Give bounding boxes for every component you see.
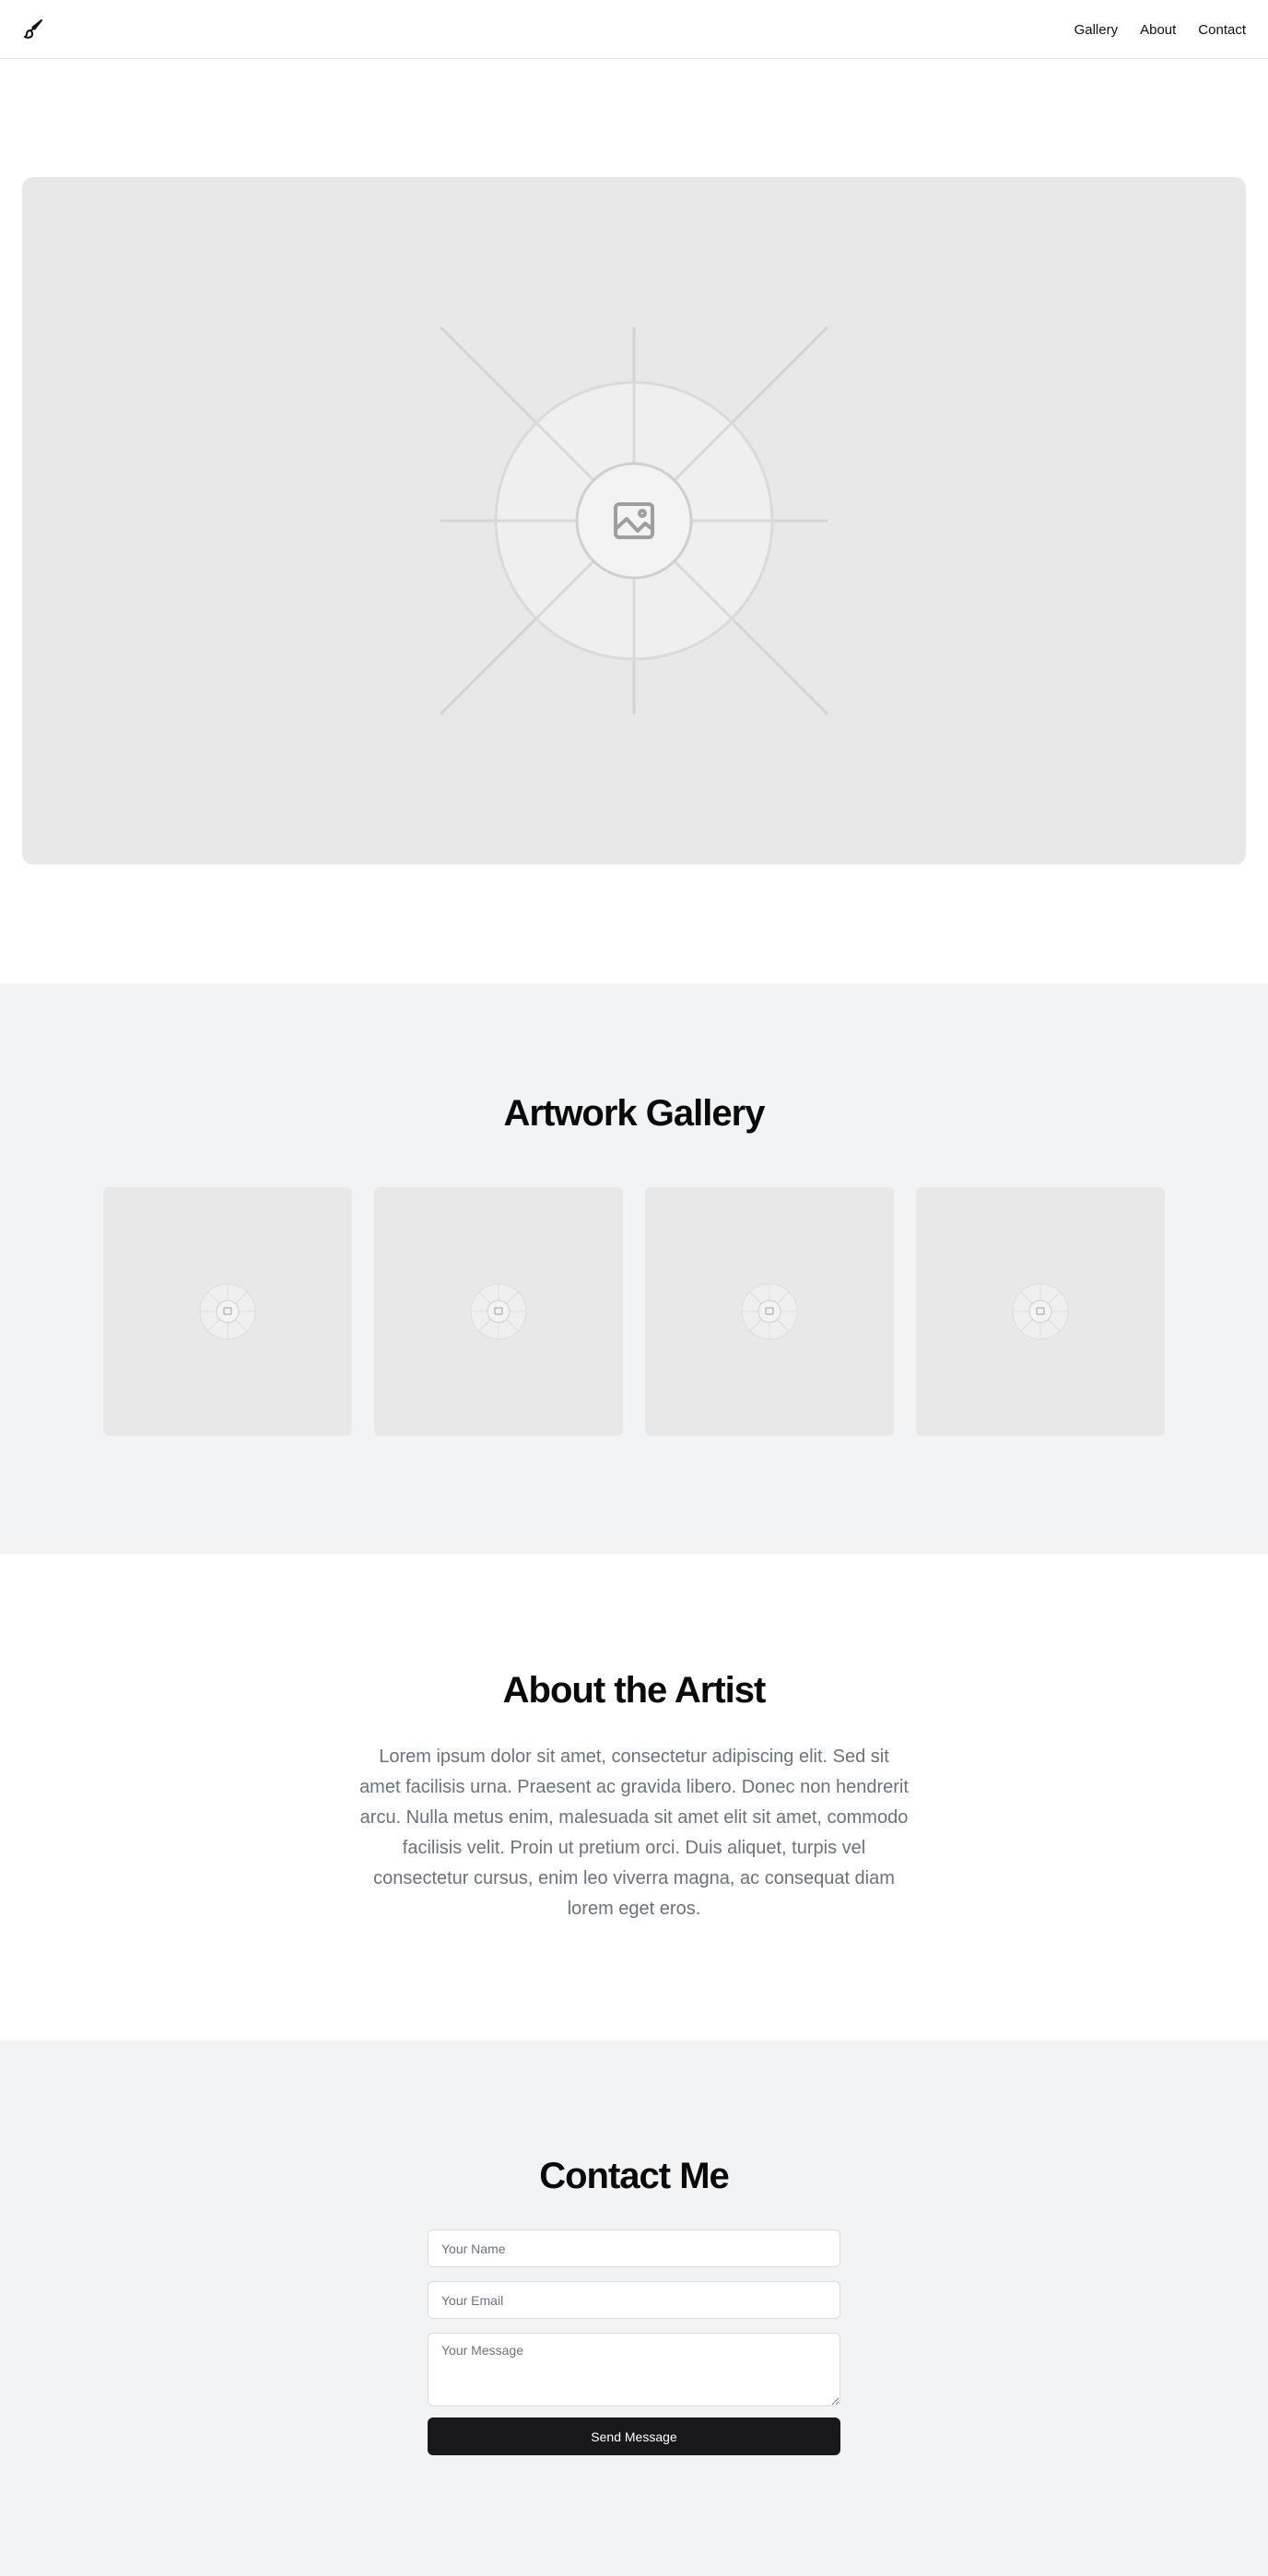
gallery-item[interactable]: [374, 1187, 623, 1436]
paintbrush-icon[interactable]: [22, 18, 44, 41]
hero-section: [0, 59, 1268, 983]
contact-form: Send Message: [428, 2229, 840, 2455]
email-input[interactable]: [428, 2281, 840, 2319]
nav-about-link[interactable]: About: [1140, 22, 1176, 38]
site-header: Gallery About Contact: [0, 0, 1268, 59]
message-input[interactable]: [428, 2333, 840, 2406]
about-section: About the Artist Lorem ipsum dolor sit a…: [0, 1554, 1268, 2041]
nav-gallery-link[interactable]: Gallery: [1074, 22, 1119, 38]
image-placeholder-icon: [741, 1283, 798, 1340]
about-body: Lorem ipsum dolor sit amet, consectetur …: [359, 1747, 909, 1919]
gallery-section: Artwork Gallery: [0, 983, 1268, 1554]
nav-contact-link[interactable]: Contact: [1198, 22, 1246, 38]
about-title: About the Artist: [502, 1670, 767, 1711]
image-placeholder-icon: [199, 1283, 256, 1340]
main-nav: Gallery About Contact: [1074, 0, 1246, 59]
gallery-item[interactable]: [916, 1187, 1165, 1436]
contact-section: Contact Me Send Message: [0, 2041, 1268, 2576]
contact-title: Contact Me: [539, 2156, 730, 2196]
image-placeholder-icon: [470, 1283, 527, 1340]
hero-image-placeholder: [22, 177, 1246, 865]
gallery-title: Artwork Gallery: [503, 1093, 766, 1134]
gallery-item[interactable]: [103, 1187, 352, 1436]
image-placeholder-icon: [1012, 1283, 1069, 1340]
gallery-item[interactable]: [645, 1187, 894, 1436]
name-input[interactable]: [428, 2229, 840, 2267]
send-message-button[interactable]: Send Message: [428, 2417, 840, 2455]
image-placeholder-icon: [439, 325, 829, 716]
gallery-grid: [103, 1187, 1165, 1436]
